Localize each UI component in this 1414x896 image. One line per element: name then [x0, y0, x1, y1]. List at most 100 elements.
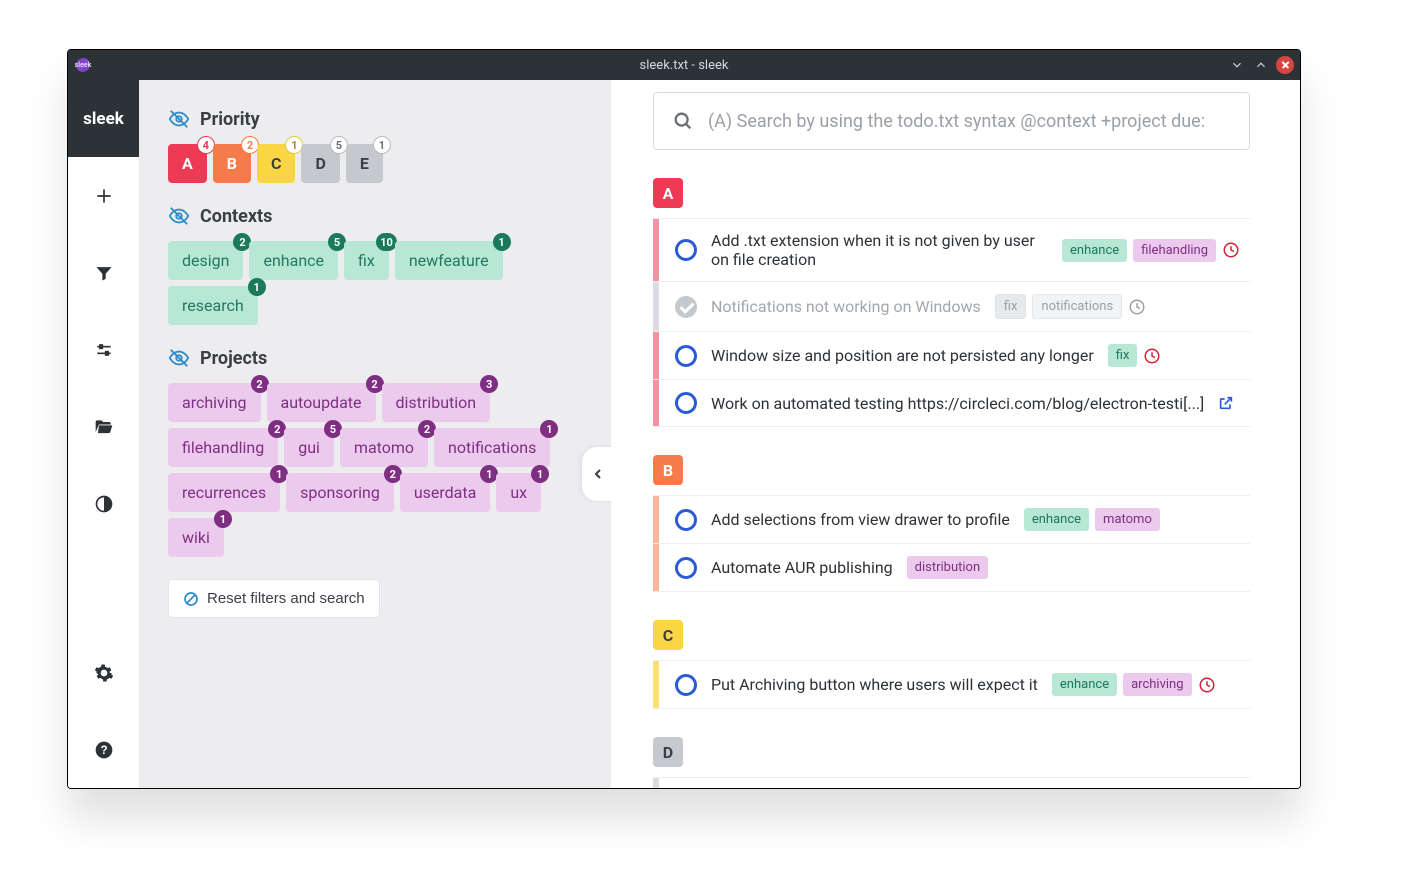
context-tags: design2enhance5fix10newfeature1 research1 — [168, 241, 583, 325]
project-tag-autoupdate[interactable]: autoupdate2 — [267, 383, 376, 422]
todo-row[interactable]: Fix pacman build on Github CIfixdistribu… — [653, 778, 1250, 788]
sliders-icon — [94, 340, 114, 360]
priority-tag-C[interactable]: C1 — [257, 144, 295, 183]
todo-text: Add selections from view drawer to profi… — [711, 510, 1010, 529]
collapse-filter-pane-button[interactable] — [581, 446, 611, 502]
close-button[interactable] — [1276, 56, 1294, 74]
todo-context-tag[interactable]: enhance — [1024, 508, 1089, 531]
project-count: 1 — [540, 420, 558, 438]
todo-checkbox[interactable] — [675, 509, 697, 531]
todo-row[interactable]: Window size and position are not persist… — [653, 332, 1250, 380]
context-tag-design[interactable]: design2 — [168, 241, 243, 280]
todo-context-tag[interactable]: enhance — [1062, 239, 1127, 262]
priority-tags: A4B2C1D5E1 — [168, 144, 583, 183]
minimize-button[interactable] — [1228, 56, 1246, 74]
todo-context-tag[interactable]: fix — [995, 294, 1027, 319]
filter-icon — [94, 263, 114, 283]
maximize-button[interactable] — [1252, 56, 1270, 74]
theme-button[interactable] — [68, 465, 139, 542]
todo-checkbox[interactable] — [675, 674, 697, 696]
settings-button[interactable] — [68, 634, 139, 711]
todo-text: Window size and position are not persist… — [711, 346, 1094, 365]
todo-list-C: Put Archiving button where users will ex… — [653, 660, 1250, 709]
context-tag-research[interactable]: research1 — [168, 286, 258, 325]
priority-tag-A[interactable]: A4 — [168, 144, 207, 183]
todo-row[interactable]: Add selections from view drawer to profi… — [653, 496, 1250, 544]
todo-row[interactable]: Notifications not working on Windowsfixn… — [653, 282, 1250, 332]
chevron-left-icon — [590, 466, 606, 482]
priority-tag-B[interactable]: B2 — [213, 144, 251, 183]
todo-checkbox[interactable] — [675, 392, 697, 414]
todo-text: Automate AUR publishing — [711, 558, 893, 577]
open-file-button[interactable] — [68, 388, 139, 465]
contexts-label: Contexts — [200, 206, 272, 227]
project-tag-gui[interactable]: gui5 — [284, 428, 334, 467]
todo-checkbox[interactable] — [675, 557, 697, 579]
help-button[interactable]: ? — [68, 711, 139, 788]
logo-dot: sleek — [76, 58, 90, 72]
project-tag-wiki[interactable]: wiki1 — [168, 518, 224, 557]
project-tag-distribution[interactable]: distribution3 — [382, 383, 491, 422]
body-area: sleek ? — [68, 80, 1300, 788]
add-todo-button[interactable] — [68, 157, 139, 234]
plus-icon — [94, 186, 114, 206]
folder-open-icon — [94, 417, 114, 437]
todo-row[interactable]: Work on automated testing https://circle… — [653, 380, 1250, 427]
todo-list-D: Fix pacman build on Github CIfixdistribu… — [653, 777, 1250, 788]
project-tag-userdata[interactable]: userdata1 — [400, 473, 491, 512]
todo-checkbox[interactable] — [675, 239, 697, 261]
todo-text: Work on automated testing https://circle… — [711, 394, 1204, 413]
priority-count: 1 — [373, 136, 391, 154]
external-link-icon[interactable] — [1218, 395, 1234, 411]
todo-project-tag[interactable]: archiving — [1123, 673, 1191, 696]
context-tag-fix[interactable]: fix10 — [344, 241, 389, 280]
filter-pane: Priority A4B2C1D5E1 Contexts design2enha… — [140, 80, 611, 788]
project-tag-ux[interactable]: ux1 — [496, 473, 541, 512]
todo-context-tag[interactable]: enhance — [1052, 673, 1117, 696]
contrast-icon — [94, 494, 114, 514]
project-tag-filehandling[interactable]: filehandling2 — [168, 428, 278, 467]
title-bar[interactable]: sleek sleek.txt - sleek — [68, 50, 1300, 80]
view-settings-button[interactable] — [68, 311, 139, 388]
contexts-section-title: Contexts — [168, 205, 583, 227]
help-icon: ? — [94, 740, 114, 760]
window-controls — [1228, 56, 1300, 74]
priority-tag-D[interactable]: D5 — [301, 144, 339, 183]
eye-off-icon[interactable] — [168, 108, 190, 130]
context-tag-enhance[interactable]: enhance5 — [249, 241, 338, 280]
todo-checkbox[interactable] — [675, 296, 697, 318]
project-count: 3 — [480, 375, 498, 393]
priority-tag-E[interactable]: E1 — [346, 144, 383, 183]
search-input[interactable]: (A) Search by using the todo.txt syntax … — [653, 92, 1250, 150]
todo-project-tag[interactable]: notifications — [1032, 294, 1122, 319]
context-tag-newfeature[interactable]: newfeature1 — [395, 241, 503, 280]
project-tag-archiving[interactable]: archiving2 — [168, 383, 261, 422]
project-tag-recurrences[interactable]: recurrences1 — [168, 473, 280, 512]
rail-brand: sleek — [68, 80, 139, 157]
todo-project-tag[interactable]: matomo — [1095, 508, 1160, 531]
priority-label: Priority — [200, 109, 260, 130]
todo-row[interactable]: Automate AUR publishing distribution — [653, 544, 1250, 592]
todo-tags: enhance filehandling — [1062, 239, 1240, 262]
project-tag-matomo[interactable]: matomo2 — [340, 428, 428, 467]
eye-off-icon[interactable] — [168, 205, 190, 227]
filter-button[interactable] — [68, 234, 139, 311]
todo-row[interactable]: Put Archiving button where users will ex… — [653, 661, 1250, 709]
project-tag-notifications[interactable]: notifications1 — [434, 428, 550, 467]
context-count: 10 — [376, 233, 397, 251]
window-title: sleek.txt - sleek — [68, 58, 1300, 73]
todo-row[interactable]: Add .txt extension when it is not given … — [653, 219, 1250, 282]
eye-off-icon[interactable] — [168, 347, 190, 369]
gear-icon — [94, 663, 114, 683]
todo-checkbox[interactable] — [675, 345, 697, 367]
todo-context-tag[interactable]: fix — [1108, 344, 1138, 367]
main-pane: (A) Search by using the todo.txt syntax … — [611, 80, 1300, 788]
todo-project-tag[interactable]: filehandling — [1133, 239, 1216, 262]
cancel-icon — [183, 591, 199, 607]
project-tag-sponsoring[interactable]: sponsoring2 — [286, 473, 394, 512]
todo-project-tag[interactable]: distribution — [907, 556, 989, 579]
todo-tags: enhance matomo — [1024, 508, 1160, 531]
projects-section-title: Projects — [168, 347, 583, 369]
todo-tags: fix — [1108, 344, 1162, 367]
reset-filters-button[interactable]: Reset filters and search — [168, 579, 380, 618]
